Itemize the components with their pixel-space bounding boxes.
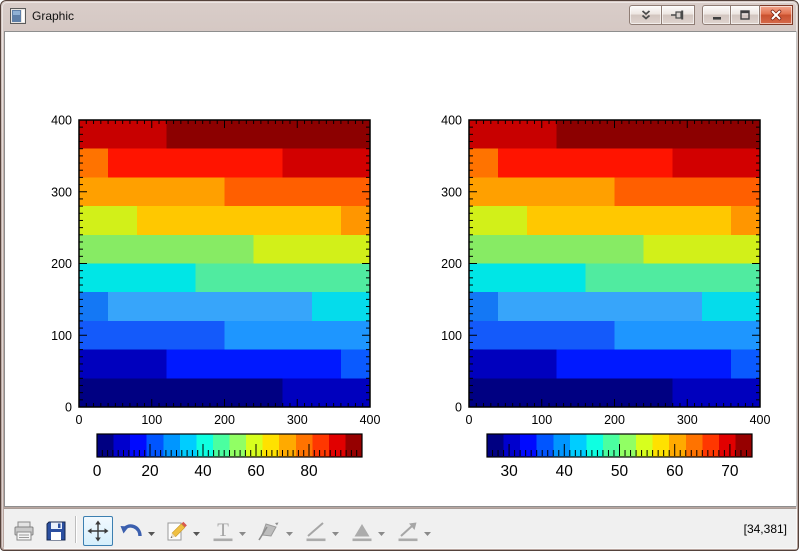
chevron-down-icon	[423, 529, 432, 538]
svg-text:0: 0	[93, 463, 102, 480]
print-button[interactable]	[9, 516, 39, 546]
arrow-tool-dropdown[interactable]	[423, 525, 433, 535]
svg-text:300: 300	[287, 413, 308, 427]
collapse-button[interactable]	[629, 5, 662, 25]
pin-button[interactable]	[662, 5, 695, 25]
left-heatmap-chart[interactable]: 0 100 200 300 400 0 100 200 300 400 0 20 40 60 80	[29, 87, 399, 487]
toolbar: T	[4, 508, 797, 549]
right-heatmap-chart[interactable]: 0 100 200 300 400 0 100 200 300 400 30 40 50 60 70	[419, 87, 789, 487]
pencil-document-icon	[165, 519, 189, 543]
svg-text:300: 300	[677, 413, 698, 427]
svg-text:T: T	[217, 520, 229, 541]
undo-dropdown[interactable]	[147, 525, 157, 535]
floppy-disk-icon	[44, 519, 68, 543]
svg-text:60: 60	[666, 463, 684, 480]
svg-text:70: 70	[721, 463, 739, 480]
save-button[interactable]	[41, 516, 71, 546]
svg-text:80: 80	[300, 463, 318, 480]
svg-text:0: 0	[455, 401, 462, 415]
svg-text:40: 40	[556, 463, 574, 480]
polygon-tool-button[interactable]	[347, 516, 377, 546]
close-x-icon	[769, 8, 783, 22]
minimize-icon	[710, 8, 724, 22]
annotate-button[interactable]	[162, 516, 192, 546]
svg-text:200: 200	[214, 413, 235, 427]
svg-text:100: 100	[441, 329, 462, 343]
svg-text:300: 300	[441, 185, 462, 199]
window-title: Graphic	[32, 9, 74, 23]
chevron-down-icon	[331, 529, 340, 538]
text-t-icon: T	[211, 519, 235, 543]
minimize-button[interactable]	[702, 5, 731, 25]
freehand-dropdown[interactable]	[285, 525, 295, 535]
toolbar-separator	[75, 516, 77, 543]
svg-text:400: 400	[750, 413, 771, 427]
svg-text:0: 0	[76, 413, 83, 427]
maximize-button[interactable]	[731, 5, 760, 25]
svg-text:40: 40	[194, 463, 212, 480]
polygon-tool-icon	[350, 519, 374, 543]
cursor-coordinates: [34,381]	[744, 522, 787, 536]
chevron-down-icon	[377, 529, 386, 538]
window-icon[interactable]	[10, 8, 26, 24]
graphic-window: Graphic	[0, 0, 799, 551]
chevron-down-icon	[238, 529, 247, 538]
text-tool-button[interactable]: T	[208, 516, 238, 546]
svg-text:300: 300	[51, 185, 72, 199]
svg-text:200: 200	[441, 257, 462, 271]
svg-text:200: 200	[51, 257, 72, 271]
titlebar[interactable]: Graphic	[1, 1, 798, 31]
graphic-canvas[interactable]: 01002003004000100200300400020406080 0100…	[4, 31, 797, 507]
printer-icon	[12, 519, 36, 543]
line-tool-icon	[304, 519, 328, 543]
svg-text:100: 100	[531, 413, 552, 427]
svg-text:200: 200	[604, 413, 625, 427]
chevron-down-icon	[285, 529, 294, 538]
svg-text:400: 400	[360, 413, 381, 427]
pan-button[interactable]	[83, 516, 113, 546]
svg-text:20: 20	[141, 463, 159, 480]
line-tool-button[interactable]	[301, 516, 331, 546]
svg-text:0: 0	[65, 401, 72, 415]
svg-text:60: 60	[247, 463, 265, 480]
svg-text:100: 100	[141, 413, 162, 427]
chevron-down-icon	[192, 529, 201, 538]
undo-button[interactable]	[116, 516, 146, 546]
svg-text:100: 100	[51, 329, 72, 343]
maximize-icon	[738, 8, 752, 22]
svg-text:0: 0	[466, 413, 473, 427]
annotate-dropdown[interactable]	[192, 525, 202, 535]
svg-text:50: 50	[611, 463, 629, 480]
double-chevron-down-icon	[639, 8, 653, 22]
svg-text:400: 400	[51, 114, 72, 128]
freehand-draw-icon	[256, 519, 282, 543]
freehand-tool-button[interactable]	[254, 516, 284, 546]
text-tool-dropdown[interactable]	[238, 525, 248, 535]
svg-text:30: 30	[500, 463, 518, 480]
polygon-tool-dropdown[interactable]	[377, 525, 387, 535]
undo-arrow-icon	[118, 519, 144, 543]
arrow-tool-icon	[396, 519, 420, 543]
close-button[interactable]	[760, 5, 793, 25]
line-tool-dropdown[interactable]	[331, 525, 341, 535]
pan-arrows-icon	[86, 519, 110, 543]
svg-text:400: 400	[441, 114, 462, 128]
chevron-down-icon	[147, 529, 156, 538]
pin-icon	[670, 8, 686, 22]
arrow-tool-button[interactable]	[393, 516, 423, 546]
